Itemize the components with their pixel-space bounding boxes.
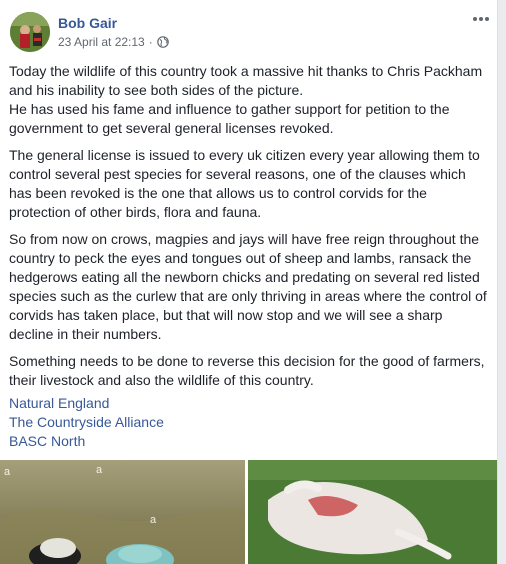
watermark: a	[4, 466, 11, 478]
post-body: Today the wildlife of this country took …	[9, 62, 487, 398]
post-paragraph-4: Something needs to be done to reverse th…	[9, 353, 485, 388]
post-paragraph-2: The general license is issued to every u…	[9, 147, 480, 220]
author-name[interactable]: Bob Gair	[58, 14, 117, 32]
avatar[interactable]	[10, 12, 50, 52]
photo-sheep[interactable]: a a a	[0, 460, 245, 564]
watermark: a	[96, 464, 103, 476]
globe-icon[interactable]	[156, 36, 169, 48]
ellipsis-icon	[473, 17, 489, 21]
post-meta: 23 April at 22:13 ·	[58, 34, 169, 50]
tag-link-basc-north[interactable]: BASC North	[9, 432, 164, 451]
tag-link-natural-england[interactable]: Natural England	[9, 394, 164, 413]
watermark: a	[150, 514, 157, 526]
meta-separator: ·	[148, 35, 153, 49]
post-paragraph-3: So from now on crows, magpies and jays w…	[9, 231, 487, 342]
tag-link-countryside-alliance[interactable]: The Countryside Alliance	[9, 413, 164, 432]
post-paragraph-1-line-2: He has used his fame and influence to ga…	[9, 101, 450, 136]
post-timestamp[interactable]: 23 April at 22:13	[58, 34, 145, 50]
post-paragraph-1: Today the wildlife of this country took …	[9, 62, 487, 138]
more-options-button[interactable]	[470, 10, 492, 28]
photo-lamb[interactable]	[248, 460, 497, 564]
facebook-post: Bob Gair 23 April at 22:13 · Today the w…	[0, 0, 498, 564]
tag-links: Natural England The Countryside Alliance…	[9, 394, 164, 451]
post-paragraph-1-line-1: Today the wildlife of this country took …	[9, 63, 483, 98]
